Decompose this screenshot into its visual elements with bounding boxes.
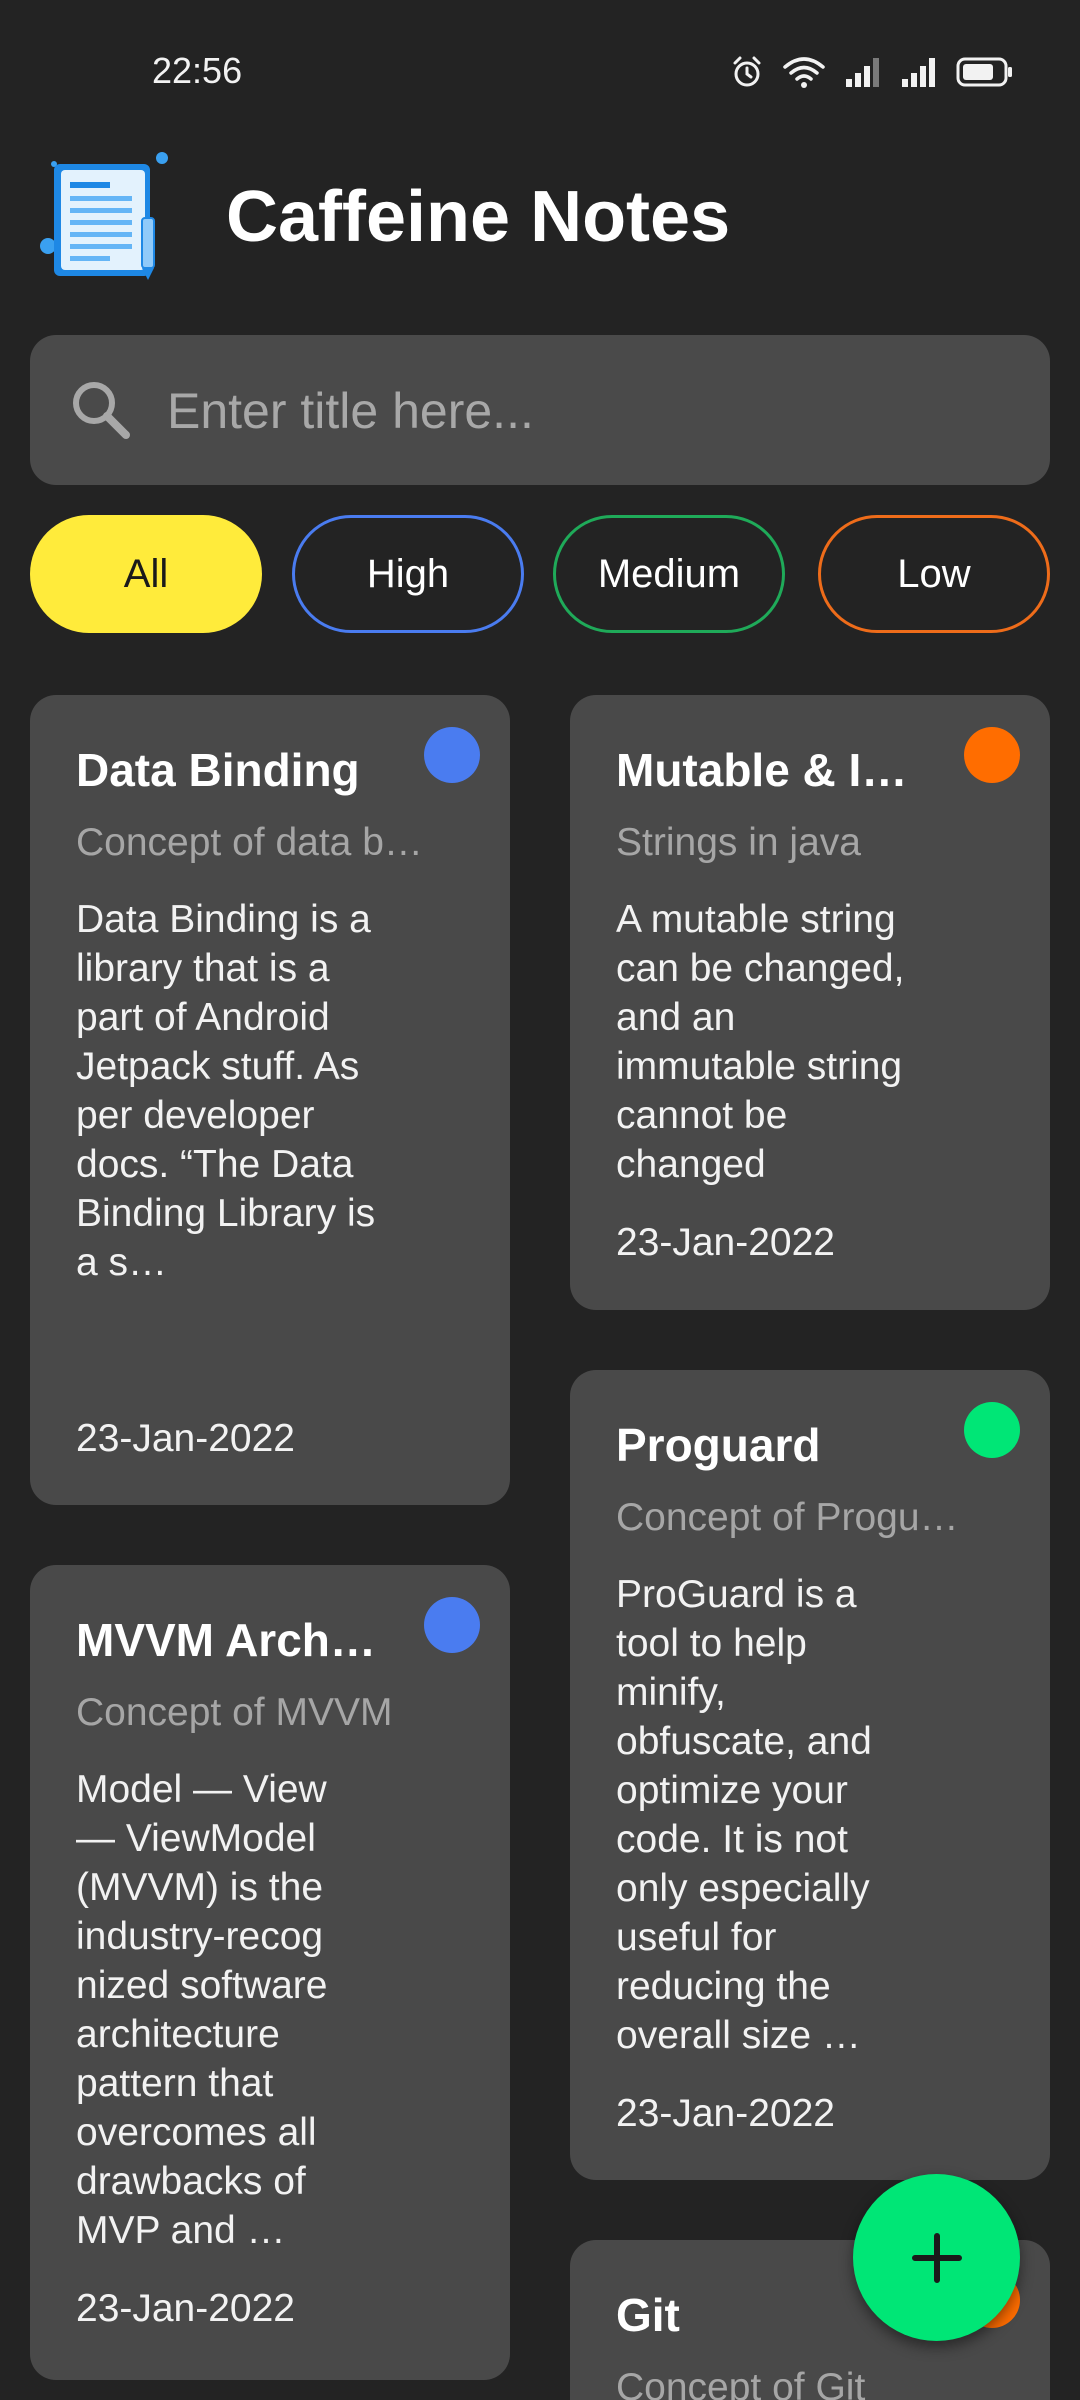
note-title: Data Binding [76,744,360,796]
note-subtitle: Concept of data b… [76,821,423,864]
filter-chip-all[interactable]: All [30,515,262,633]
filter-chip-medium[interactable]: Medium [553,515,785,633]
note-subtitle: Concept of Progu… [616,1496,959,1539]
status-time: 22:56 [152,50,243,91]
note-card[interactable]: MVVM Arch… Concept of MVVM Model — View … [30,1565,510,2380]
priority-filter-chips: All High Medium Low [0,515,1080,635]
signal-icon [902,58,935,87]
note-body: ProGuard is a tool to help minify, obfus… [616,1573,872,2057]
note-date: 23-Jan-2022 [76,1417,295,1460]
add-note-button[interactable] [853,2174,1020,2341]
alarm-icon [733,56,761,87]
app-header: Caffeine Notes [0,140,1080,290]
status-bar: 22:56 [0,0,1080,140]
priority-dot [424,1597,480,1653]
filter-chip-high[interactable]: High [292,515,524,633]
note-card[interactable]: Data Binding Concept of data b… Data Bin… [30,695,510,1505]
wifi-icon [783,57,825,88]
note-subtitle: Concept of Git [616,2366,866,2400]
search-input[interactable] [165,365,1009,457]
note-body: Model — View — ViewModel (MVVM) is the i… [76,1768,328,2252]
note-body: A mutable string can be changed, and an … [616,898,905,1186]
note-card[interactable]: Mutable & I… Strings in java A mutable s… [570,695,1050,1310]
battery-icon [956,57,1012,87]
signal-icon [846,58,879,87]
notes-document-icon [40,152,168,280]
note-title: MVVM Arch… [76,1614,376,1666]
app-title: Caffeine Notes [226,177,731,257]
note-subtitle: Concept of MVVM [76,1691,393,1734]
search-bar[interactable] [30,335,1050,485]
note-card[interactable]: Proguard Concept of Progu… ProGuard is a… [570,1370,1050,2180]
note-subtitle: Strings in java [616,821,861,864]
filter-chip-low[interactable]: Low [818,515,1050,633]
priority-dot [964,1402,1020,1458]
note-body: Data Binding is a library that is a part… [76,898,376,1284]
note-title: Proguard [616,1419,821,1471]
note-title: Mutable & I… [616,744,908,796]
status-icons [730,54,1014,90]
note-date: 23-Jan-2022 [616,1221,835,1264]
priority-dot [424,727,480,783]
note-date: 23-Jan-2022 [76,2287,295,2330]
note-date: 23-Jan-2022 [616,2092,835,2135]
priority-dot [964,727,1020,783]
search-icon [73,382,130,439]
plus-icon [911,2232,962,2283]
